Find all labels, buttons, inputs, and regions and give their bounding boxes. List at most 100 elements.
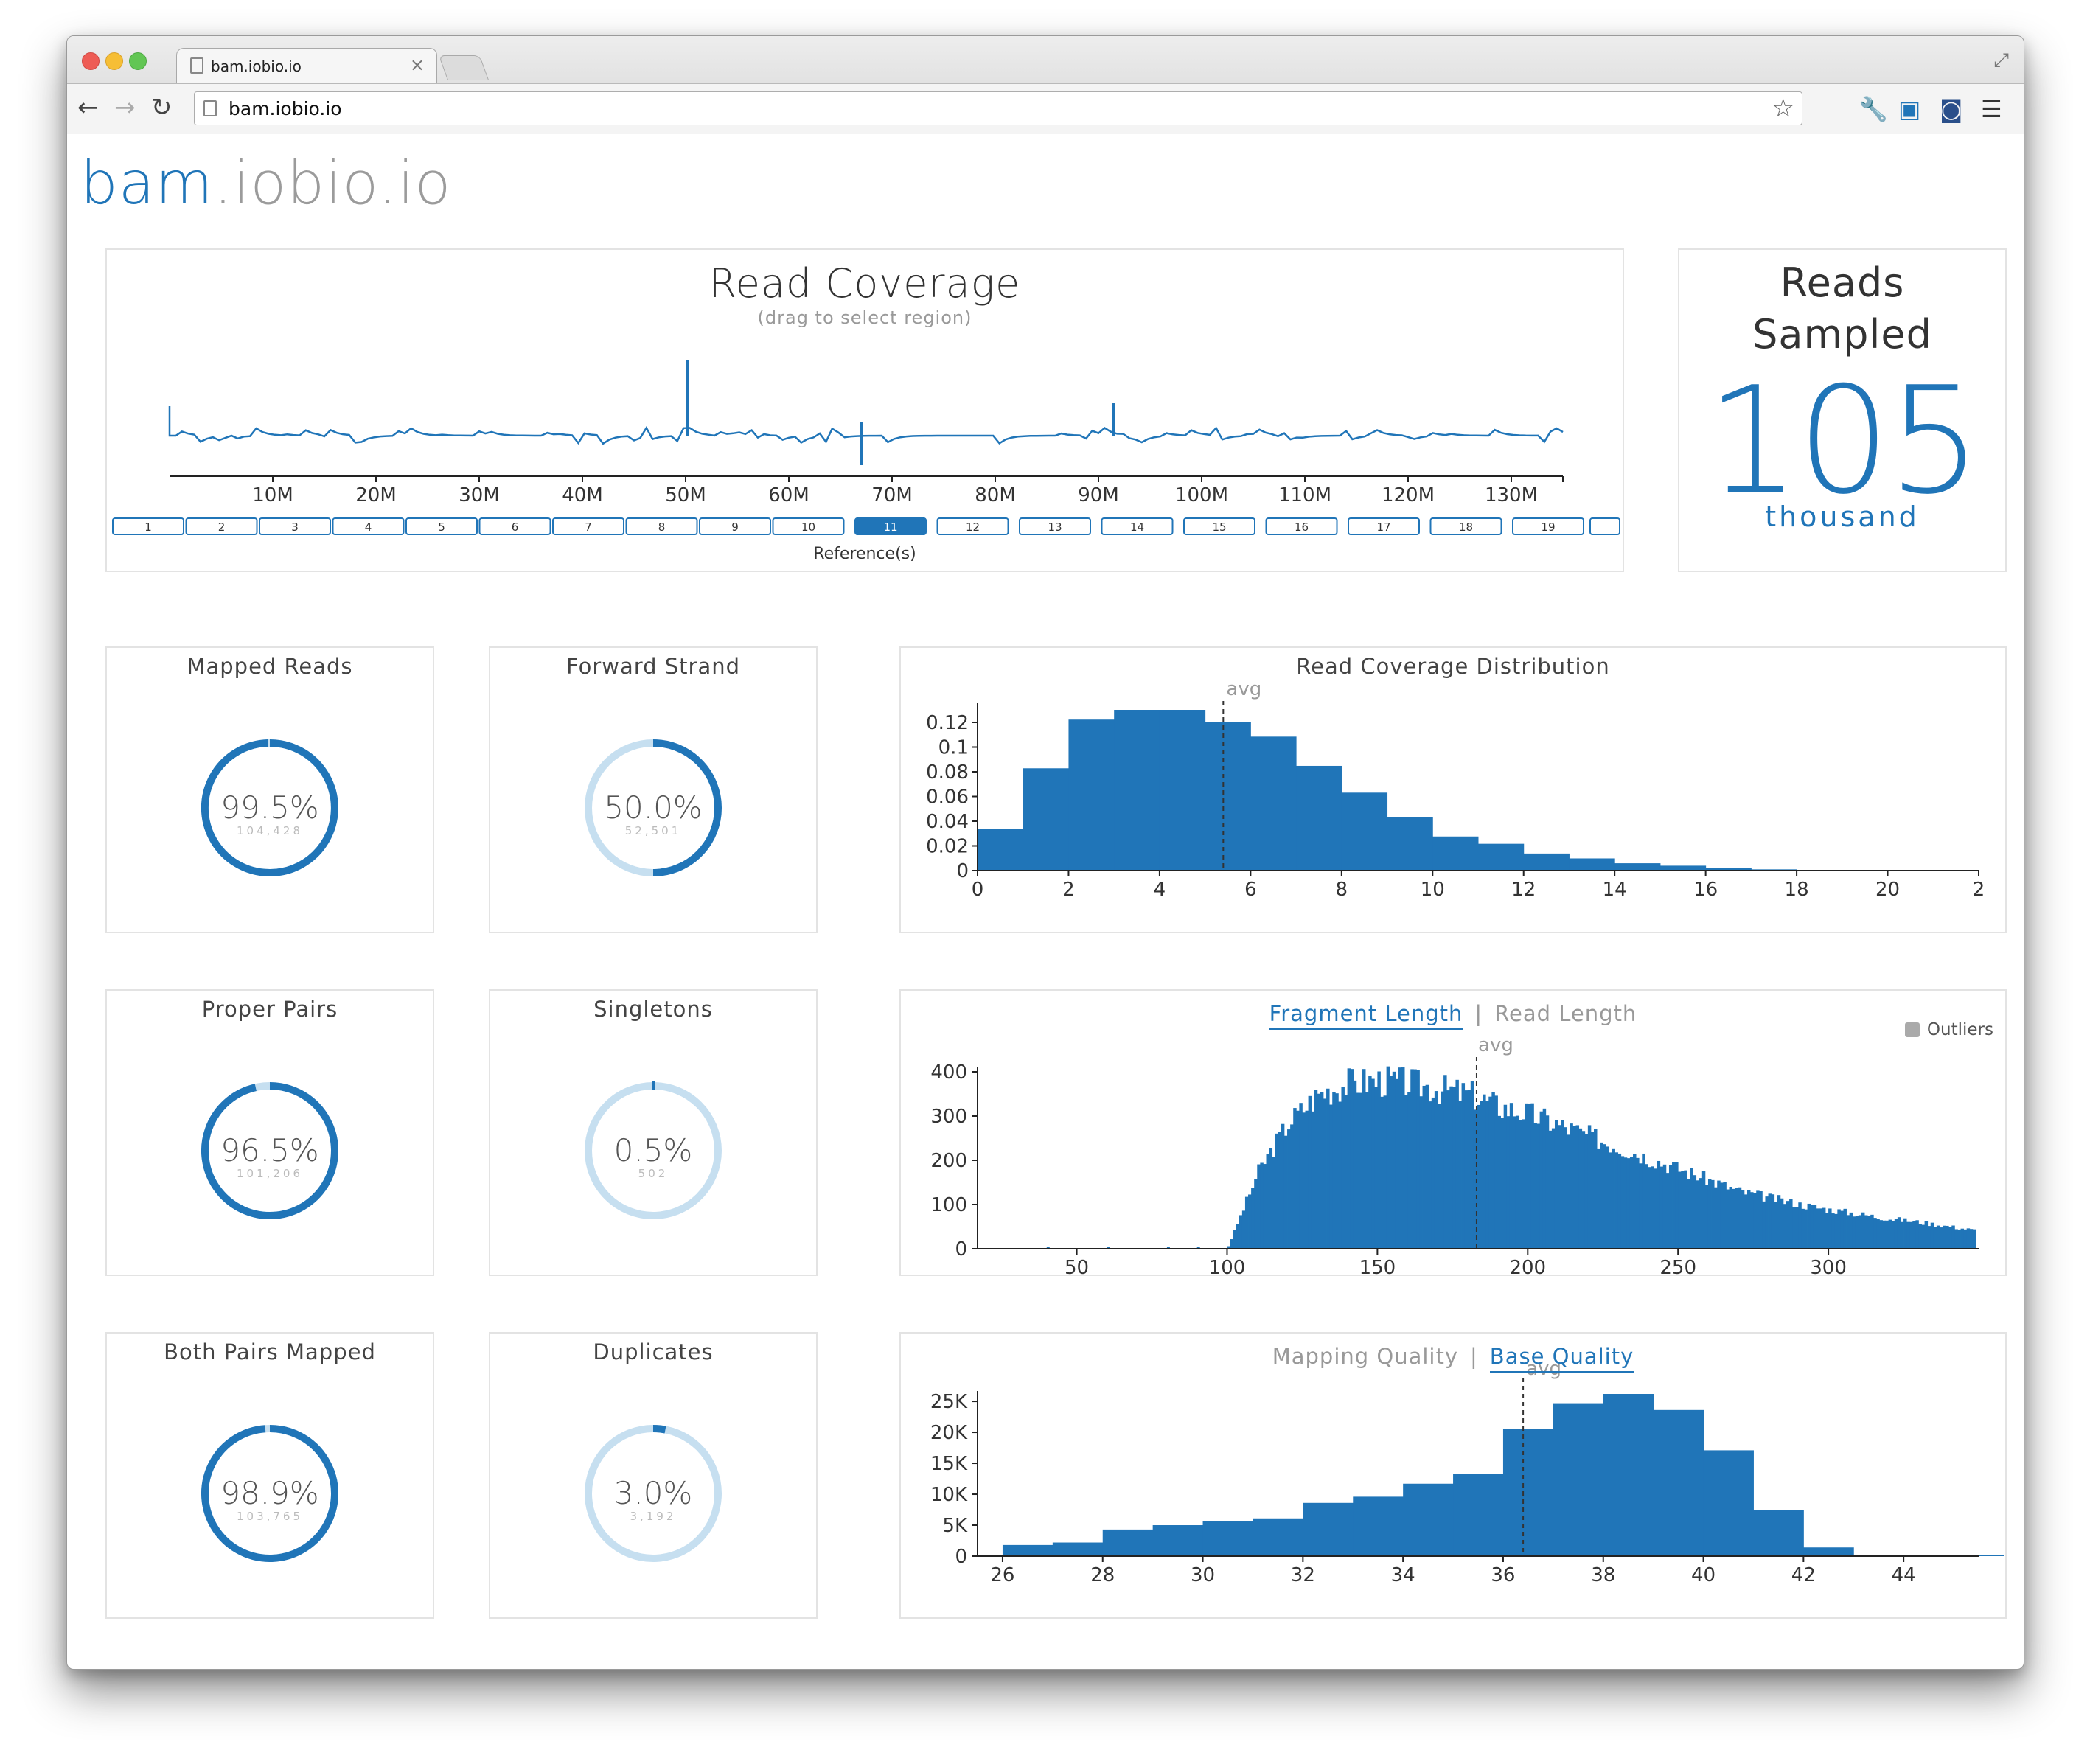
fragment-bar xyxy=(1536,1123,1541,1249)
fragment-bar xyxy=(1657,1160,1661,1249)
x-tick-label: 50 xyxy=(1065,1257,1089,1275)
fragment-bar xyxy=(1494,1095,1498,1249)
fragment-bar xyxy=(1419,1096,1423,1249)
address-bar[interactable]: ☆ xyxy=(194,91,1802,125)
fragment-bar xyxy=(1407,1092,1411,1249)
fragment-bar xyxy=(1617,1153,1622,1249)
bookmark-star-icon[interactable]: ☆ xyxy=(1772,94,1794,123)
read-coverage-chart[interactable]: 10M 20M 30M 40M 50M 60M 70M 80M 90M 100M 110M 120M 1… xyxy=(107,324,1623,545)
fragment-bar xyxy=(1497,1115,1501,1249)
fragment-bar xyxy=(1720,1182,1724,1249)
reference-button-4[interactable]: 4 xyxy=(332,517,405,535)
reference-button-17[interactable]: 17 xyxy=(1348,517,1420,535)
fragment-bar xyxy=(1380,1096,1384,1249)
fragment-bar xyxy=(1738,1187,1742,1249)
fragment-bar xyxy=(1347,1068,1351,1249)
fragment-bar xyxy=(1365,1092,1369,1249)
url-input[interactable] xyxy=(227,95,1704,122)
base-quality-tab[interactable]: Base Quality xyxy=(1489,1344,1634,1373)
fragment-bar xyxy=(1665,1173,1670,1249)
fragment-bar xyxy=(1441,1091,1444,1249)
x-tick-label: 28 xyxy=(1090,1564,1115,1586)
fragment-bar xyxy=(1704,1185,1709,1249)
coverage-distribution-panel: Read Coverage Distribution 0 0.02 0.04 0.06… xyxy=(899,646,2007,933)
y-tick-label: 25K xyxy=(930,1391,968,1413)
reference-button-label: 4 xyxy=(365,520,372,534)
new-tab-button[interactable] xyxy=(438,55,490,80)
fragment-bar xyxy=(1458,1101,1462,1249)
y-tick-label: 0 xyxy=(956,860,969,882)
wrench-icon[interactable]: 🔧 xyxy=(1859,94,1888,124)
fragment-bar xyxy=(1374,1087,1378,1249)
y-tick-label: 100 xyxy=(930,1194,967,1216)
fragment-bar xyxy=(1918,1224,1922,1249)
menu-icon[interactable]: ☰ xyxy=(1981,94,2002,124)
mapped-reads-donut: 99.5%104,428 xyxy=(201,739,338,876)
coverage-x-tick-label: 10M xyxy=(252,484,293,506)
fragment-bar xyxy=(1849,1212,1853,1249)
reference-button-8[interactable]: 8 xyxy=(625,517,698,535)
fragment-bar xyxy=(1924,1221,1929,1249)
base-quality-chart[interactable]: 05K10K15K20K25K26 28 30 32 34 36 38 40 42 44avg xyxy=(901,1334,2005,1617)
browser-tab[interactable]: bam.iobio.io × xyxy=(176,48,437,84)
fragment-bar xyxy=(1777,1195,1781,1249)
tab-close-icon[interactable]: × xyxy=(410,55,425,75)
minimize-window-icon[interactable] xyxy=(105,52,123,70)
coverage-bar xyxy=(1296,765,1342,871)
fragment-bar xyxy=(1452,1087,1456,1249)
fragment-length-chart[interactable]: 0 100 200 300 400 50 100 150 200 250 300 avg xyxy=(901,991,2005,1275)
coverage-bar xyxy=(1432,836,1479,871)
fragment-bar xyxy=(1921,1224,1925,1249)
reference-button-14[interactable]: 14 xyxy=(1101,517,1174,535)
reference-button-13[interactable]: 13 xyxy=(1019,517,1091,535)
reference-button-9[interactable]: 9 xyxy=(699,517,771,535)
fragment-bar xyxy=(1554,1120,1558,1249)
quality-bar xyxy=(1753,1510,1804,1556)
reference-button-3[interactable]: 3 xyxy=(259,517,331,535)
reference-button-11[interactable]: 11 xyxy=(854,517,927,535)
reference-button-5[interactable]: 5 xyxy=(405,517,478,535)
fragment-bar xyxy=(1281,1123,1285,1249)
reference-button-19[interactable]: 19 xyxy=(1512,517,1584,535)
fragment-bar xyxy=(1335,1093,1339,1249)
x-tick-label: 8 xyxy=(1336,879,1348,901)
fragment-bar xyxy=(1491,1092,1495,1249)
y-tick-label: 10K xyxy=(930,1484,968,1506)
fragment-bar xyxy=(1701,1171,1706,1249)
mapping-quality-tab[interactable]: Mapping Quality xyxy=(1272,1344,1458,1369)
fragment-bar xyxy=(1251,1188,1255,1249)
fragment-bar xyxy=(1283,1135,1288,1249)
close-window-icon[interactable] xyxy=(82,52,100,70)
reference-button-10[interactable]: 10 xyxy=(772,517,845,535)
reload-icon[interactable]: ↻ xyxy=(151,93,173,122)
donut-percent: 98.9% xyxy=(220,1475,318,1511)
quality-bar xyxy=(1253,1518,1303,1556)
coverage-distribution-chart[interactable]: 00.02 0.040.06 0.080.1 0.12 0 2 4 6 8 10 12 14 16 18 2… xyxy=(901,648,2005,932)
maximize-window-icon[interactable] xyxy=(129,52,147,70)
back-icon[interactable]: ← xyxy=(77,93,99,122)
fragment-bar xyxy=(1762,1201,1766,1249)
fragment-bar xyxy=(1756,1190,1760,1249)
reference-button-1[interactable]: 1 xyxy=(112,517,184,535)
y-tick-label: 20K xyxy=(930,1422,968,1444)
reference-button-15[interactable]: 15 xyxy=(1183,517,1255,535)
fragment-bar xyxy=(1272,1157,1276,1249)
screen-capture-icon[interactable]: ▣ xyxy=(1898,94,1920,124)
fragment-bar xyxy=(1900,1221,1904,1249)
stat-label: Duplicates xyxy=(593,1339,714,1364)
site-logo[interactable]: bam.iobio.io xyxy=(80,149,451,217)
reference-button-16[interactable]: 16 xyxy=(1265,517,1338,535)
fragment-bar xyxy=(1248,1194,1252,1249)
reference-button-2[interactable]: 2 xyxy=(185,517,258,535)
fullscreen-icon[interactable]: ⤢ xyxy=(1993,49,2009,72)
reference-button-7[interactable]: 7 xyxy=(552,517,624,535)
fragment-bar xyxy=(1840,1210,1844,1249)
y-tick-label: 5K xyxy=(942,1515,968,1537)
reference-button-6[interactable]: 6 xyxy=(478,517,551,535)
reference-button-18[interactable]: 18 xyxy=(1429,517,1502,535)
camera-icon[interactable]: ◙ xyxy=(1940,94,1962,124)
forward-icon[interactable]: → xyxy=(114,93,136,122)
fragment-bar xyxy=(1759,1191,1763,1249)
reference-button-12[interactable]: 12 xyxy=(936,517,1009,535)
fragment-bar xyxy=(1308,1095,1312,1249)
